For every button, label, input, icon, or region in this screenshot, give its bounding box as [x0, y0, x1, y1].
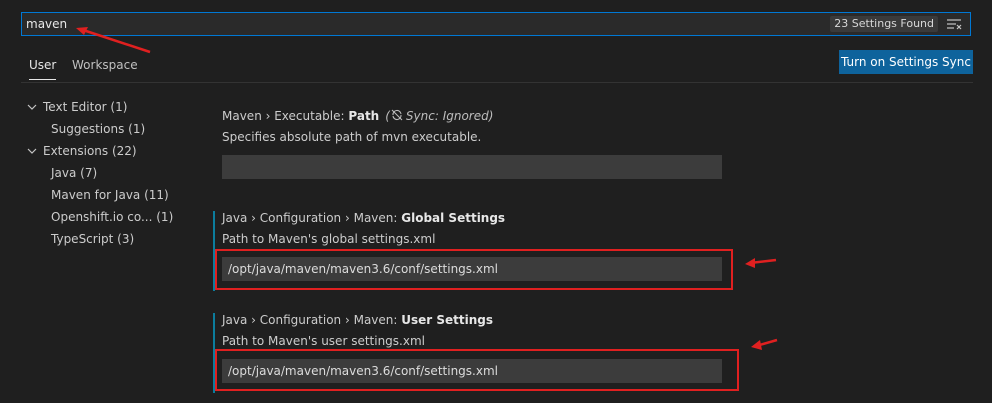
- setting-name: Global Settings: [401, 211, 506, 225]
- annotation-highlight-box: [215, 349, 739, 391]
- annotation-arrow-icon: [751, 338, 778, 350]
- sync-ignored-icon: [391, 109, 403, 121]
- settings-search-box[interactable]: 23 Settings Found: [21, 12, 971, 36]
- toc-item-extensions[interactable]: Extensions (22): [43, 142, 137, 160]
- setting-title-global-settings: Java › Configuration › Maven: Global Set…: [222, 209, 505, 227]
- annotation-arrow-icon: [745, 258, 777, 268]
- sync-ignored-note: ( Sync: Ignored): [385, 109, 494, 123]
- setting-description: Path to Maven's user settings.xml: [222, 334, 425, 348]
- annotation-highlight-box: [215, 249, 733, 290]
- clear-filter-icon[interactable]: [946, 17, 962, 31]
- toc-item-text-editor[interactable]: Text Editor (1): [43, 98, 127, 116]
- tab-user[interactable]: User: [29, 57, 57, 80]
- setting-title-user-settings: Java › Configuration › Maven: User Setti…: [222, 311, 493, 329]
- setting-name: User Settings: [401, 313, 494, 327]
- toc-item-maven-for-java[interactable]: Maven for Java (11): [51, 186, 169, 204]
- toc-item-openshift[interactable]: Openshift.io co... (1): [51, 208, 173, 226]
- maven-executable-path-input[interactable]: [222, 155, 722, 179]
- setting-category: Java › Configuration › Maven:: [222, 211, 402, 225]
- toc-item-suggestions[interactable]: Suggestions (1): [51, 120, 145, 138]
- chevron-down-icon[interactable]: [26, 101, 38, 113]
- tabs-divider: [21, 82, 973, 83]
- settings-editor: 23 Settings Found User Workspace Turn on…: [0, 0, 992, 403]
- toc-item-typescript[interactable]: TypeScript (3): [51, 230, 134, 248]
- setting-name: Path: [348, 109, 380, 123]
- turn-on-settings-sync-button[interactable]: Turn on Settings Sync: [839, 50, 973, 74]
- setting-category: Java › Configuration › Maven:: [222, 313, 402, 327]
- setting-category: Maven › Executable:: [222, 109, 349, 123]
- chevron-down-icon[interactable]: [26, 145, 38, 157]
- setting-description: Specifies absolute path of mvn executabl…: [222, 130, 482, 144]
- settings-found-count: 23 Settings Found: [830, 16, 938, 32]
- setting-description: Path to Maven's global settings.xml: [222, 232, 436, 246]
- annotation-arrow-icon: [76, 27, 151, 54]
- tab-workspace[interactable]: Workspace: [72, 57, 138, 77]
- setting-title-maven-executable-path: Maven › Executable: Path ( Sync: Ignored): [222, 107, 493, 125]
- toc-item-java[interactable]: Java (7): [51, 164, 97, 182]
